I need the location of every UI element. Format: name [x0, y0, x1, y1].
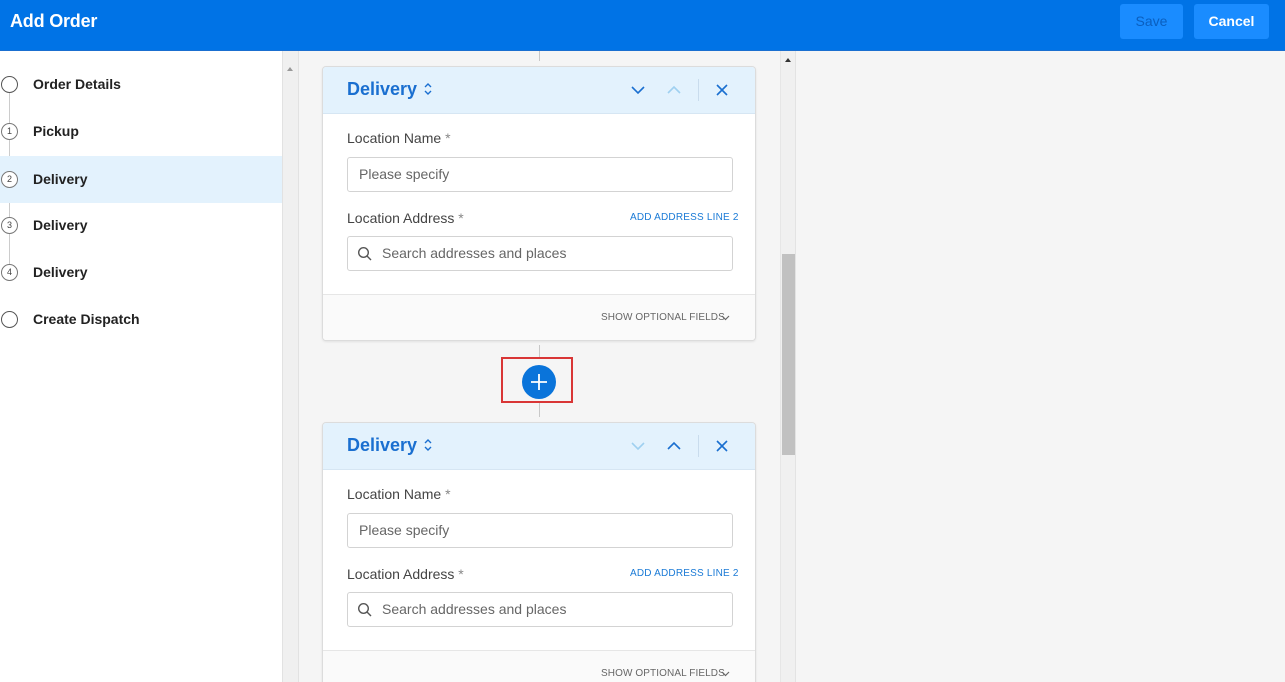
card-header: Delivery — [323, 67, 755, 114]
step-circle-icon — [1, 76, 18, 93]
card-title: Delivery — [347, 79, 418, 99]
move-up-icon[interactable] — [663, 79, 685, 101]
location-name-label: Location Name * — [347, 486, 451, 502]
header-divider — [698, 79, 699, 101]
header-divider — [698, 435, 699, 457]
step-number: 4 — [1, 264, 18, 281]
add-stop-button[interactable] — [522, 365, 556, 399]
step-circle-icon — [1, 311, 18, 328]
sidebar-scrollbar[interactable] — [282, 51, 299, 682]
empty-panel — [795, 51, 1285, 682]
plus-icon — [531, 374, 547, 390]
show-optional-fields-link[interactable]: SHOW OPTIONAL FIELDS — [601, 668, 725, 679]
move-down-icon[interactable] — [627, 79, 649, 101]
page-title: Add Order — [10, 11, 98, 31]
step-delivery-3[interactable]: 3 Delivery — [0, 202, 282, 249]
address-search-input[interactable]: Search addresses and places — [347, 236, 733, 271]
stops-list: Delivery Location Name * Please specify … — [299, 51, 780, 682]
add-address-line-link[interactable]: ADD ADDRESS LINE 2 — [630, 212, 739, 223]
step-label: Order Details — [33, 76, 121, 92]
step-create-dispatch[interactable]: Create Dispatch — [0, 296, 282, 343]
search-icon — [357, 602, 372, 617]
address-search-input[interactable]: Search addresses and places — [347, 592, 733, 627]
location-name-label: Location Name * — [347, 130, 451, 146]
step-label: Delivery — [33, 217, 88, 233]
close-icon[interactable] — [711, 435, 733, 457]
card-title: Delivery — [347, 435, 418, 455]
step-number: 3 — [1, 217, 18, 234]
reorder-icon[interactable] — [423, 80, 433, 98]
card-footer: SHOW OPTIONAL FIELDS — [323, 650, 755, 682]
delivery-card: Delivery Location Name * Please specify … — [322, 422, 756, 682]
card-header: Delivery — [323, 423, 755, 470]
step-pickup[interactable]: 1 Pickup — [0, 108, 282, 155]
step-label: Delivery — [33, 171, 88, 187]
location-address-label: Location Address * — [347, 210, 464, 226]
step-order-details[interactable]: Order Details — [0, 61, 282, 108]
search-icon — [357, 246, 372, 261]
scroll-up-arrow-icon[interactable] — [287, 67, 293, 71]
connector-line — [539, 345, 540, 357]
show-optional-fields-link[interactable]: SHOW OPTIONAL FIELDS — [601, 312, 725, 323]
save-button[interactable]: Save — [1120, 4, 1183, 39]
step-label: Create Dispatch — [33, 311, 140, 327]
step-label: Pickup — [33, 123, 79, 139]
step-number: 2 — [1, 171, 18, 188]
step-label: Delivery — [33, 264, 88, 280]
step-number: 1 — [1, 123, 18, 140]
location-name-input[interactable]: Please specify — [347, 157, 733, 192]
step-delivery-2[interactable]: 2 Delivery — [0, 156, 282, 203]
delivery-card: Delivery Location Name * Please specify … — [322, 66, 756, 341]
move-up-icon[interactable] — [663, 435, 685, 457]
chevron-down-icon — [721, 315, 730, 321]
add-address-line-link[interactable]: ADD ADDRESS LINE 2 — [630, 568, 739, 579]
close-icon[interactable] — [711, 79, 733, 101]
address-placeholder: Search addresses and places — [382, 601, 567, 617]
step-delivery-4[interactable]: 4 Delivery — [0, 249, 282, 296]
location-name-input[interactable]: Please specify — [347, 513, 733, 548]
order-steps-sidebar: Order Details 1 Pickup 2 Delivery 3 Deli… — [0, 51, 282, 682]
chevron-down-icon — [721, 671, 730, 677]
cancel-button[interactable]: Cancel — [1194, 4, 1269, 39]
card-footer: SHOW OPTIONAL FIELDS — [323, 294, 755, 340]
content-scrollbar[interactable] — [780, 51, 795, 682]
connector-line — [539, 51, 540, 61]
reorder-icon[interactable] — [423, 436, 433, 454]
connector-line — [539, 403, 540, 417]
scrollbar-thumb[interactable] — [782, 254, 795, 455]
address-placeholder: Search addresses and places — [382, 245, 567, 261]
scroll-up-arrow-icon[interactable] — [785, 58, 791, 62]
move-down-icon[interactable] — [627, 435, 649, 457]
top-bar: Add Order Save Cancel — [0, 0, 1285, 51]
location-address-label: Location Address * — [347, 566, 464, 582]
